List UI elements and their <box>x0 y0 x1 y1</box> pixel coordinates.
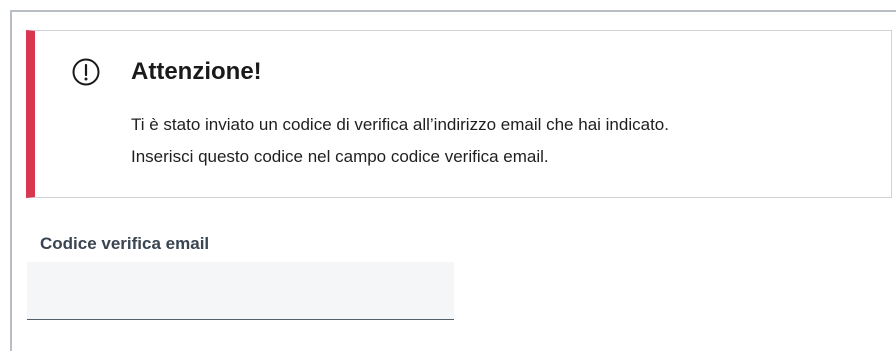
alert-message-line: Ti è stato inviato un codice di verifica… <box>131 115 669 134</box>
warning-alert: Attenzione! Ti è stato inviato un codice… <box>26 30 892 198</box>
alert-message: Ti è stato inviato un codice di verifica… <box>131 109 669 173</box>
verification-code-input[interactable] <box>27 262 454 320</box>
verification-code-label: Codice verifica email <box>40 234 210 253</box>
alert-message-line: Inserisci questo codice nel campo codice… <box>131 147 549 166</box>
alert-title: Attenzione! <box>131 58 262 85</box>
alert-circle-icon <box>72 58 100 86</box>
